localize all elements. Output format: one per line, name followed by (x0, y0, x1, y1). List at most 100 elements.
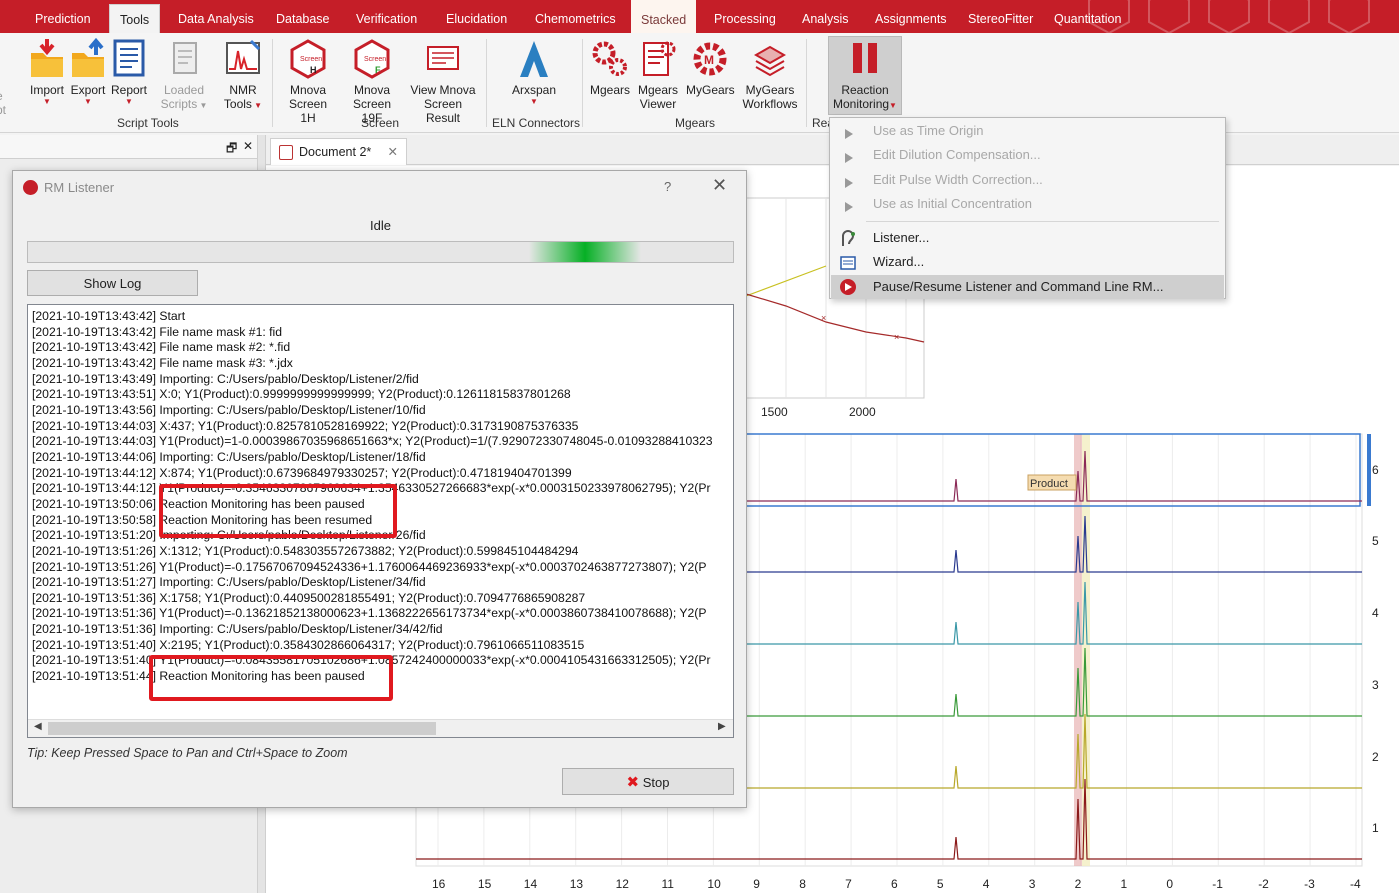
highlight-box-paused (149, 655, 393, 701)
tab-analysis[interactable]: Analysis (792, 4, 859, 33)
time-origin-icon (839, 123, 857, 139)
menu-item-wizard[interactable]: Wizard... (831, 250, 1224, 274)
tab-tools[interactable]: Tools (109, 4, 161, 33)
log-line: [2021-10-19T13:43:42] File name mask #2:… (32, 340, 291, 355)
export-button[interactable]: Export ▼ (67, 37, 109, 107)
highlight-box-paused-resumed (159, 484, 397, 538)
tab-stacked[interactable]: Stacked (631, 0, 697, 33)
close-icon[interactable]: ✕ (388, 139, 398, 165)
scroll-left-icon[interactable]: ◀ (34, 721, 42, 732)
ppm-axis-tick: 4 (983, 877, 990, 891)
view-screen-result-button[interactable]: View Mnova Screen Result (406, 37, 480, 125)
log-line: [2021-10-19T13:44:03] X:437; Y1(Product)… (32, 418, 579, 433)
mgears-button[interactable]: Mgears (588, 37, 632, 97)
group-label-script-tools: Script Tools (117, 116, 179, 130)
group-separator (272, 39, 273, 127)
reaction-monitoring-button[interactable]: Reaction Monitoring▼ (828, 36, 902, 115)
log-line: [2021-10-19T13:51:26] Y1(Product)=-0.175… (32, 559, 707, 574)
log-line: [2021-10-19T13:51:27] Importing: C:/User… (32, 575, 426, 590)
tab-quantitation[interactable]: Quantitation (1044, 4, 1131, 33)
screen-19f-icon: Screen F (354, 39, 390, 79)
log-line: [2021-10-19T13:43:49] Importing: C:/User… (32, 371, 419, 386)
kinetics-point-marker: × (894, 332, 899, 342)
report-button[interactable]: Report ▼ (108, 37, 150, 107)
nmr-tools-label-1: NMR (229, 83, 257, 97)
mnova-screen-1h-button[interactable]: Screen H Mnova Screen 1H (280, 37, 336, 125)
ppm-axis-tick: 13 (570, 877, 584, 891)
arxspan-button[interactable]: Arxspan ▼ (508, 37, 560, 107)
group-label-mgears: Mgears (675, 116, 716, 130)
import-button[interactable]: Import ▼ (26, 37, 68, 107)
menu-item-listener[interactable]: Listener... (831, 226, 1224, 250)
initial-concentration-icon (839, 196, 857, 212)
tab-assignments[interactable]: Assignments (865, 4, 957, 33)
ribbon-tab-bar: Prediction Tools Data Analysis Database Veri… (0, 0, 1399, 33)
partial-left-label: ept (0, 89, 7, 117)
listener-icon (839, 230, 857, 246)
selected-trace-marker (1367, 434, 1371, 506)
log-line: [2021-10-19T13:51:36] Y1(Product)=-0.136… (32, 606, 707, 621)
trace-number-label: 3 (1372, 678, 1379, 692)
report-label: Report (110, 83, 148, 97)
tab-data-analysis[interactable]: Data Analysis (168, 4, 264, 33)
gears-icon (592, 41, 627, 76)
menu-item-edit-pulse-width-correction[interactable]: Edit Pulse Width Correction... (831, 168, 1224, 192)
view-screen-result-label-2: Screen Result (423, 97, 463, 125)
menu-item-use-as-initial-concentration[interactable]: Use as Initial Concentration (831, 192, 1224, 216)
tip-text: Tip: Keep Pressed Space to Pan and Ctrl+… (27, 746, 348, 760)
chevron-down-icon: ▼ (125, 97, 133, 106)
menu-item-use-as-time-origin[interactable]: Use as Time Origin (831, 119, 1224, 143)
pin-icon[interactable]: 🗗 (226, 139, 237, 160)
tab-stereofitter[interactable]: StereoFitter (958, 4, 1043, 33)
listener-progress-bar (27, 241, 734, 263)
ppm-axis-tick: 11 (662, 877, 675, 891)
log-line: [2021-10-19T13:43:42] File name mask #3:… (32, 355, 293, 370)
tab-prediction[interactable]: Prediction (25, 4, 101, 33)
mygears-button[interactable]: M MyGears (686, 37, 735, 97)
mnova-screen-19f-label-1: Mnova (353, 83, 391, 97)
mygears-workflows-label-2: Workflows (742, 97, 798, 111)
svg-text:F: F (375, 65, 381, 75)
scroll-right-icon[interactable]: ▶ (718, 721, 726, 732)
mgears-viewer-button[interactable]: Mgears Viewer (636, 37, 680, 111)
group-label-eln-connectors: ELN Connectors (492, 116, 581, 130)
tab-chemometrics[interactable]: Chemometrics (525, 4, 626, 33)
ppm-axis-tick: 1 (1121, 877, 1128, 891)
stop-button[interactable]: ✖ Stop (562, 768, 734, 795)
ppm-axis-tick: 12 (616, 877, 630, 891)
export-label: Export (70, 83, 106, 97)
ppm-axis-tick: 0 (1166, 877, 1173, 891)
nmr-tools-icon (226, 39, 261, 74)
ppm-axis-tick: 8 (799, 877, 806, 891)
tab-elucidation[interactable]: Elucidation (436, 4, 517, 33)
mygears-workflows-button[interactable]: MyGears Workflows (740, 37, 800, 111)
loaded-scripts-button[interactable]: Loaded Scripts ▼ (158, 37, 210, 113)
mnova-screen-19f-button[interactable]: Screen F Mnova Screen 19F (342, 37, 402, 125)
tab-verification[interactable]: Verification (346, 4, 427, 33)
screen-result-icon (427, 46, 459, 70)
ppm-axis-tick: -3 (1304, 877, 1315, 891)
tab-database[interactable]: Database (266, 4, 340, 33)
mgears-viewer-label-1: Mgears (637, 83, 678, 97)
menu-item-label: Edit Dilution Compensation... (873, 147, 1041, 162)
app-icon (23, 180, 38, 195)
menu-item-pause-resume-listener-and-command-line-rm[interactable]: Pause/Resume Listener and Command Line R… (831, 275, 1224, 299)
dilution-icon (839, 147, 857, 163)
nmr-tools-button[interactable]: NMR Tools ▼ (220, 37, 266, 113)
scroll-thumb[interactable] (48, 722, 436, 735)
ppm-axis-tick: 5 (937, 877, 944, 891)
close-icon[interactable]: ✕ (243, 139, 253, 153)
group-separator (486, 39, 487, 127)
mygears-label: MyGears (686, 83, 735, 97)
ppm-axis-tick: 10 (707, 877, 721, 891)
pulse-width-icon (839, 172, 857, 188)
tab-processing[interactable]: Processing (704, 4, 786, 33)
dialog-close-button[interactable]: ✕ (712, 175, 727, 196)
horizontal-scrollbar[interactable]: ◀ ▶ (28, 719, 733, 737)
show-log-button[interactable]: Show Log (27, 270, 198, 296)
menu-item-edit-dilution-compensation[interactable]: Edit Dilution Compensation... (831, 143, 1224, 167)
tab-document-2[interactable]: Document 2* ✕ (270, 138, 407, 165)
help-button[interactable]: ? (664, 179, 671, 194)
chevron-down-icon: ▼ (84, 97, 92, 106)
group-separator (806, 39, 807, 127)
